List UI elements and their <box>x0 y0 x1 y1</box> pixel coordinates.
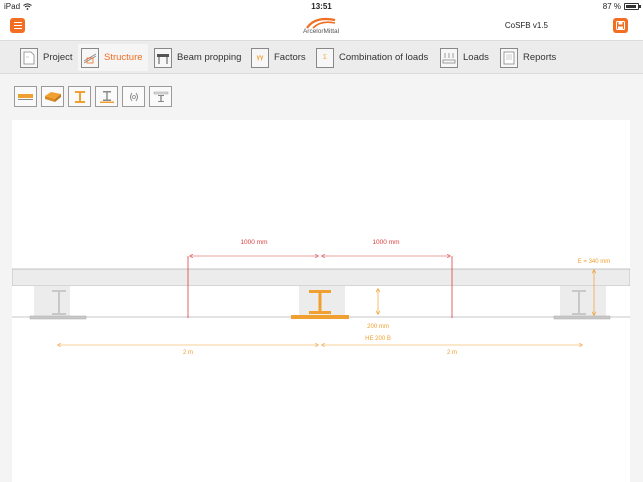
document-icon <box>20 47 38 68</box>
tab-label: Factors <box>274 52 306 63</box>
i-beam-icon <box>74 90 85 103</box>
brand-logo: ArcelorMittal <box>291 14 351 40</box>
tab-label: Combination of loads <box>339 52 429 63</box>
tab-structure[interactable]: Structure <box>78 44 148 71</box>
slab-3d-tool[interactable] <box>41 86 64 107</box>
factors-icon: γγ <box>251 47 269 68</box>
spacing-left-label: 2 m <box>183 350 193 356</box>
tab-label: Project <box>43 52 73 63</box>
loads-icon <box>440 47 458 68</box>
save-button[interactable] <box>613 18 628 33</box>
structure-toolbar <box>14 86 172 107</box>
structure-icon <box>81 47 99 68</box>
battery-percent: 87 % <box>602 2 621 11</box>
tab-beam-propping[interactable]: Beam propping <box>154 44 241 71</box>
profile-label: HE 200 B <box>365 336 391 342</box>
hamburger-icon <box>13 24 22 27</box>
spacing-right-label: 2 m <box>447 350 457 356</box>
propping-icon <box>154 47 172 68</box>
app-header: ArcelorMittal CoSFB v1.5 <box>0 13 643 40</box>
status-bar: iPad 13:51 87 % <box>0 0 643 13</box>
tab-label: Loads <box>463 52 489 63</box>
connector-icon <box>129 92 138 101</box>
status-time: 13:51 <box>311 2 332 11</box>
battery-icon <box>624 3 641 10</box>
slab-thickness-label: E = 340 mm <box>578 259 611 265</box>
main-tabbar: Project Structure Beam propping γγ Facto… <box>0 40 643 74</box>
i-beam-plate-icon <box>99 90 114 103</box>
composite-section-tool[interactable] <box>149 86 172 107</box>
tab-loads[interactable]: Loads <box>440 44 489 71</box>
app-title: CoSFB v1.5 <box>504 21 548 30</box>
tab-label: Structure <box>104 52 143 63</box>
beam-depth-label: 200 mm <box>367 324 389 330</box>
tab-reports[interactable]: Reports <box>500 44 556 71</box>
span-right-label: 1000 mm <box>372 239 399 246</box>
slab-3d-icon <box>44 91 61 102</box>
composite-section-icon <box>153 91 168 102</box>
connector-tool[interactable] <box>122 86 145 107</box>
combination-icon: Σ <box>316 47 334 68</box>
tab-label: Reports <box>523 52 557 63</box>
slab-section-tool[interactable] <box>14 86 37 107</box>
beam-plate-tool[interactable] <box>95 86 118 107</box>
beam-section-tool[interactable] <box>68 86 91 107</box>
beam-spacing-dimensions: 2 m 2 m <box>58 345 582 356</box>
tab-project[interactable]: Project <box>20 44 73 71</box>
span-left-label: 1000 mm <box>240 239 267 246</box>
tab-combination-of-loads[interactable]: Σ Combination of loads <box>316 44 428 71</box>
slab-section-icon <box>18 93 33 100</box>
tab-factors[interactable]: γγ Factors <box>251 44 306 71</box>
menu-button[interactable] <box>10 18 25 33</box>
report-icon <box>500 47 518 68</box>
tab-label: Beam propping <box>177 52 242 63</box>
slab-drawing: 1000 mm 1000 mm E = 340 mm 200 mm HE 200… <box>12 239 630 356</box>
save-icon <box>616 21 625 30</box>
structure-canvas[interactable]: 1000 mm 1000 mm E = 340 mm 200 mm HE 200… <box>12 120 630 482</box>
brand-name: ArcelorMittal <box>302 28 340 35</box>
